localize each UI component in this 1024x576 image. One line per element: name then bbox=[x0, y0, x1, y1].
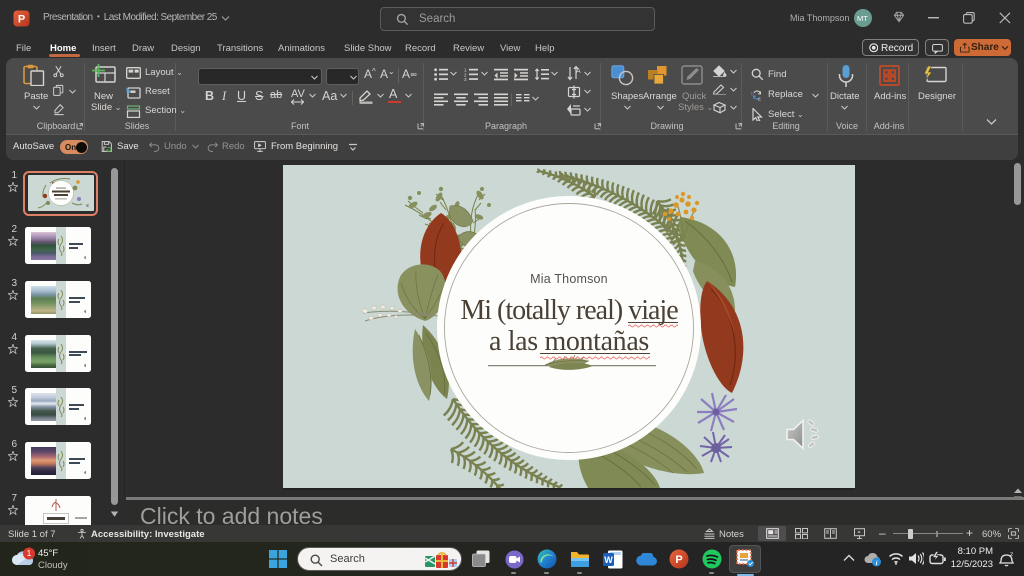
svg-text:A: A bbox=[576, 68, 581, 75]
svg-text:b: b bbox=[751, 92, 754, 98]
svg-text:z: z bbox=[1010, 551, 1013, 558]
svg-text:c: c bbox=[758, 97, 761, 102]
svg-text:W: W bbox=[604, 555, 613, 565]
svg-text:1: 1 bbox=[27, 548, 32, 558]
svg-text:P: P bbox=[18, 14, 25, 26]
svg-text:i: i bbox=[876, 560, 878, 567]
svg-text:P: P bbox=[675, 554, 682, 566]
